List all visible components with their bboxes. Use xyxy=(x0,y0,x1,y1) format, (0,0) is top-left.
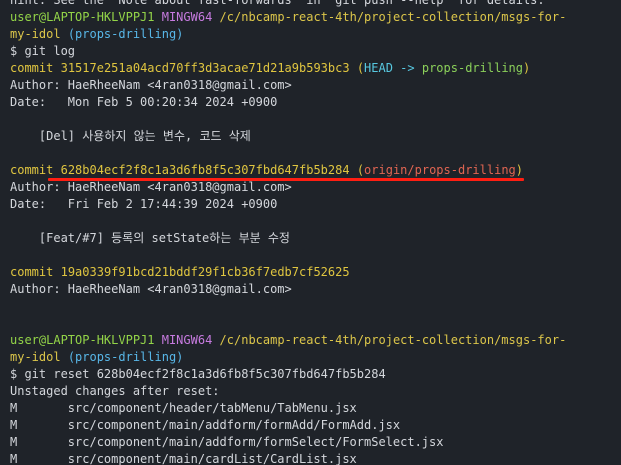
output-line: $ git reset 628b04ecf2f8c1a3d6fb8f5c307f… xyxy=(10,366,621,383)
commit-hash: 31517e251a04acd70ff3d3acae71d21a9b593bc3 xyxy=(60,61,350,75)
commit-line: commit 31517e251a04acd70ff3d3acae71d21a9… xyxy=(10,60,621,77)
output-text: $ git log xyxy=(10,44,76,58)
local-branch-ref: props-drilling xyxy=(421,61,524,75)
output-text: Author: HaeRheeNam <4ran0318@gmail.com> xyxy=(10,78,292,92)
red-underline-annotation xyxy=(48,178,524,181)
prompt-path: /c/nbcamp-react-4th/project-collection/m… xyxy=(219,333,567,347)
output-line: $ git log xyxy=(10,43,621,60)
output-text: $ git reset 628b04ecf2f8c1a3d6fb8f5c307f… xyxy=(10,367,386,381)
output-line: Author: HaeRheeNam <4ran0318@gmail.com> xyxy=(10,281,621,298)
commit-label: commit xyxy=(10,265,54,279)
prompt-user: user@LAPTOP-HKLVPPJ1 xyxy=(10,10,155,24)
shell-prompt-continued: my-idol (props-drilling) xyxy=(10,26,621,43)
shell-prompt: user@LAPTOP-HKLVPPJ1 MINGW64 /c/nbcamp-r… xyxy=(10,9,621,26)
prompt-user: user@LAPTOP-HKLVPPJ1 xyxy=(10,333,155,347)
head-ref: HEAD -> xyxy=(364,61,415,75)
output-line: hint: See the 'Note about fast-forwards'… xyxy=(10,0,621,9)
commit-line: commit 628b04ecf2f8c1a3d6fb8f5c307fbd647… xyxy=(10,162,621,179)
output-line: M src/component/header/tabMenu/TabMenu.j… xyxy=(10,400,621,417)
output-text: M src/component/main/addform/formSelect/… xyxy=(10,435,444,449)
commit-line: commit 19a0339f91bcd21bddf29f1cb36f7edb7… xyxy=(10,264,621,281)
output-text: [Feat/#7] 등록의 setState하는 부분 수정 xyxy=(10,231,290,245)
output-line: Unstaged changes after reset: xyxy=(10,383,621,400)
output-text: [Del] 사용하지 않는 변수, 코드 삭제 xyxy=(10,129,251,143)
output-line: M src/component/main/cardList/CardList.j… xyxy=(10,451,621,465)
prompt-path: my-idol xyxy=(10,27,61,41)
prompt-branch: (props-drilling) xyxy=(67,350,184,364)
output-text: M src/component/main/addform/formAdd/For… xyxy=(10,418,401,432)
terminal-output: hint: See the 'Note about fast-forwards'… xyxy=(10,0,621,465)
output-text: Date: Fri Feb 2 17:44:39 2024 +0900 xyxy=(10,197,278,211)
prompt-path: my-idol xyxy=(10,350,61,364)
prompt-env: MINGW64 xyxy=(161,333,213,347)
output-text: Author: HaeRheeNam <4ran0318@gmail.com> xyxy=(10,180,292,194)
ref-close-paren: ) xyxy=(523,61,531,75)
prompt-branch: (props-drilling) xyxy=(67,27,184,41)
terminal-window[interactable]: hint: See the 'Note about fast-forwards'… xyxy=(0,0,621,465)
output-line: Author: HaeRheeNam <4ran0318@gmail.com> xyxy=(10,179,621,196)
remote-branch-ref: origin/props-drilling xyxy=(364,163,516,177)
output-line: Author: HaeRheeNam <4ran0318@gmail.com> xyxy=(10,77,621,94)
ref-open-paren: ( xyxy=(356,163,365,177)
ref-close-paren: ) xyxy=(515,163,523,177)
commit-hash: 19a0339f91bcd21bddf29f1cb36f7edb7cf52625 xyxy=(60,265,350,279)
output-line: M src/component/main/addform/formSelect/… xyxy=(10,434,621,451)
commit-label: commit xyxy=(10,163,54,177)
output-line: [Feat/#7] 등록의 setState하는 부분 수정 xyxy=(10,230,621,247)
prompt-path: /c/nbcamp-react-4th/project-collection/m… xyxy=(219,10,567,24)
output-text: Author: HaeRheeNam <4ran0318@gmail.com> xyxy=(10,282,292,296)
output-line: M src/component/main/addform/formAdd/For… xyxy=(10,417,621,434)
commit-hash: 628b04ecf2f8c1a3d6fb8f5c307fbd647fb5b284 xyxy=(60,163,350,177)
shell-prompt: user@LAPTOP-HKLVPPJ1 MINGW64 /c/nbcamp-r… xyxy=(10,332,621,349)
output-text: Unstaged changes after reset: xyxy=(10,384,220,398)
output-text: Date: Mon Feb 5 00:20:34 2024 +0900 xyxy=(10,95,278,109)
output-line: Date: Mon Feb 5 00:20:34 2024 +0900 xyxy=(10,94,621,111)
output-text: hint: See the 'Note about fast-forwards'… xyxy=(10,0,545,7)
output-text: M src/component/main/cardList/CardList.j… xyxy=(10,452,357,465)
ref-open-paren: ( xyxy=(356,61,365,75)
shell-prompt-continued: my-idol (props-drilling) xyxy=(10,349,621,366)
commit-label: commit xyxy=(10,61,54,75)
output-text: M src/component/header/tabMenu/TabMenu.j… xyxy=(10,401,357,415)
output-line: Date: Fri Feb 2 17:44:39 2024 +0900 xyxy=(10,196,621,213)
prompt-env: MINGW64 xyxy=(161,10,213,24)
output-line: [Del] 사용하지 않는 변수, 코드 삭제 xyxy=(10,128,621,145)
